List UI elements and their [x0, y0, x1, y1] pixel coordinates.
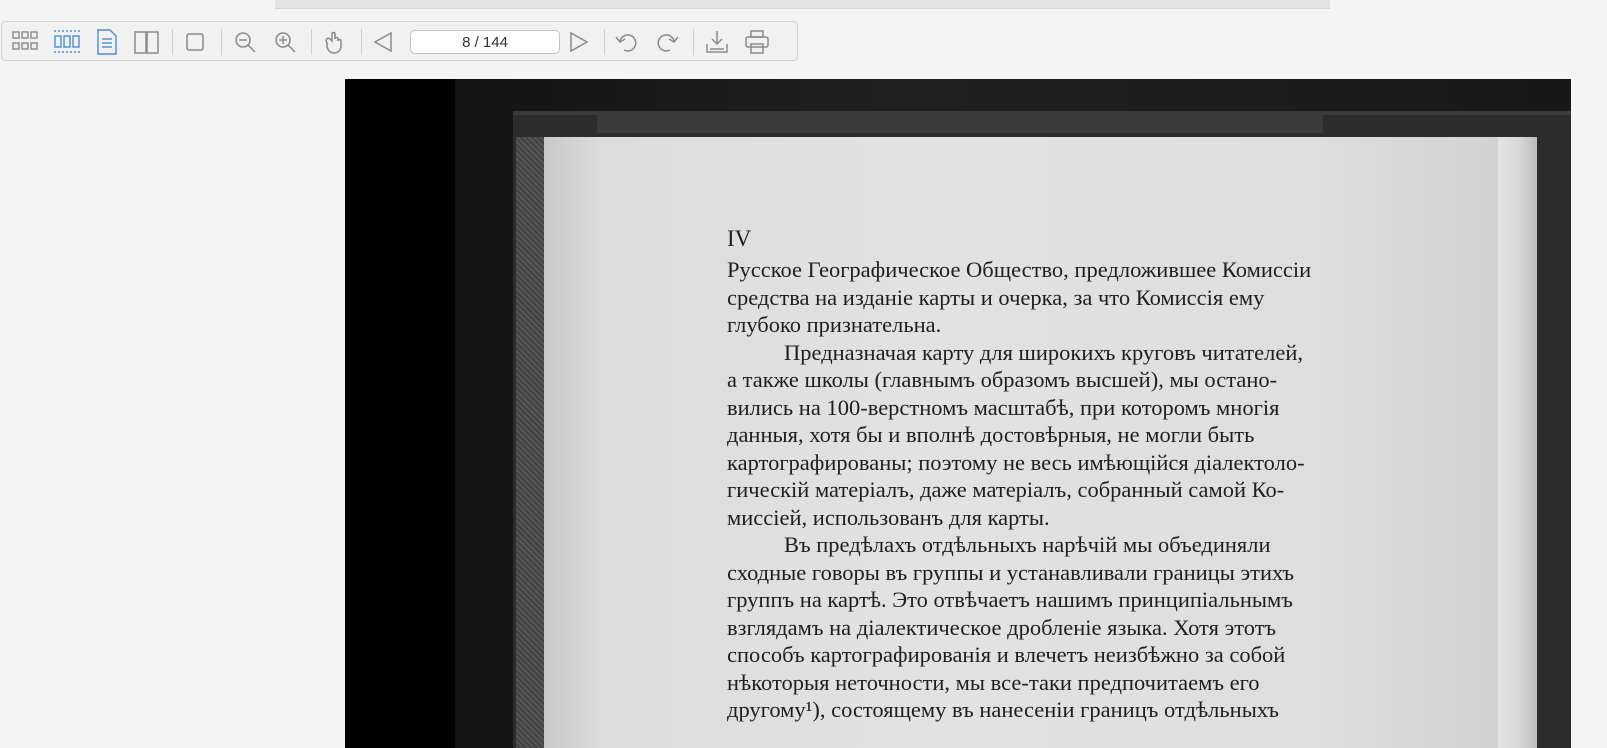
print-icon[interactable] — [742, 27, 772, 57]
page-margin-dark — [345, 79, 455, 748]
text-line: взглядамъ на діалектическое дробленіе яз… — [727, 614, 1277, 640]
text-line: группъ на картѣ. Это отвѣчаетъ нашимъ пр… — [727, 587, 1293, 612]
text-line: а также школы (главнымъ образомъ высшей)… — [727, 367, 1278, 392]
download-icon[interactable] — [702, 27, 732, 57]
rotate-right-icon[interactable] — [652, 27, 682, 57]
previous-page-icon[interactable] — [368, 27, 398, 57]
text-line: миссіей, использованъ для карты. — [727, 504, 1050, 530]
text-line: данныя, хотя бы и вполнѣ достовѣрныя, не… — [727, 422, 1255, 447]
text-line: Предназначая карту для широкихъ круговъ … — [784, 339, 1303, 365]
text-line: другому¹), состоящему въ нанесеніи грани… — [727, 697, 1279, 722]
two-page-spread-icon[interactable] — [132, 27, 162, 57]
text-line: способъ картографированія и влечетъ неиз… — [727, 642, 1286, 667]
text-line: вились на 100-верстномъ масштабѣ, при ко… — [727, 394, 1280, 420]
pdf-toolbar — [1, 21, 798, 61]
continuous-scroll-icon[interactable] — [52, 27, 82, 57]
text-line: нѣкоторыя неточности, мы все-таки предпо… — [727, 669, 1260, 695]
text-line: Въ предѣлахъ отдѣльныхъ нарѣчій мы объед… — [784, 532, 1271, 557]
book-top-band — [597, 111, 1323, 133]
page-number-input[interactable] — [410, 30, 560, 54]
zoom-in-icon[interactable] — [270, 27, 300, 57]
text-line: сходные говоры въ группы и устанавливали… — [727, 559, 1295, 585]
pan-tool-icon[interactable] — [320, 27, 350, 57]
toolbar-separator — [693, 29, 694, 55]
fit-page-icon[interactable] — [180, 27, 210, 57]
toolbar-separator — [604, 29, 605, 55]
text-line: картографированы; поэтому не весь имѣющі… — [727, 449, 1305, 475]
top-scroll-track — [275, 0, 1330, 9]
rotate-left-icon[interactable] — [612, 27, 642, 57]
toolbar-separator — [172, 29, 173, 55]
toolbar-separator — [311, 29, 312, 55]
next-page-icon[interactable] — [564, 27, 594, 57]
single-page-icon[interactable] — [92, 27, 122, 57]
toolbar-separator — [361, 29, 362, 55]
text-line: средства на изданіе карты и очерка, за ч… — [727, 284, 1265, 310]
text-line: глубоко признательна. — [727, 312, 942, 337]
zoom-out-icon[interactable] — [230, 27, 260, 57]
thumbnails-grid-icon[interactable] — [10, 27, 40, 57]
toolbar-separator — [221, 29, 222, 55]
text-line: гическій матеріалъ, даже матеріалъ, собр… — [727, 477, 1285, 502]
document-viewer[interactable]: IV Русское Географическое Общество, пред… — [345, 79, 1571, 748]
text-line: Русское Географическое Общество, предлож… — [727, 257, 1312, 282]
page-text: Русское Географическое Общество, предлож… — [727, 221, 1433, 724]
